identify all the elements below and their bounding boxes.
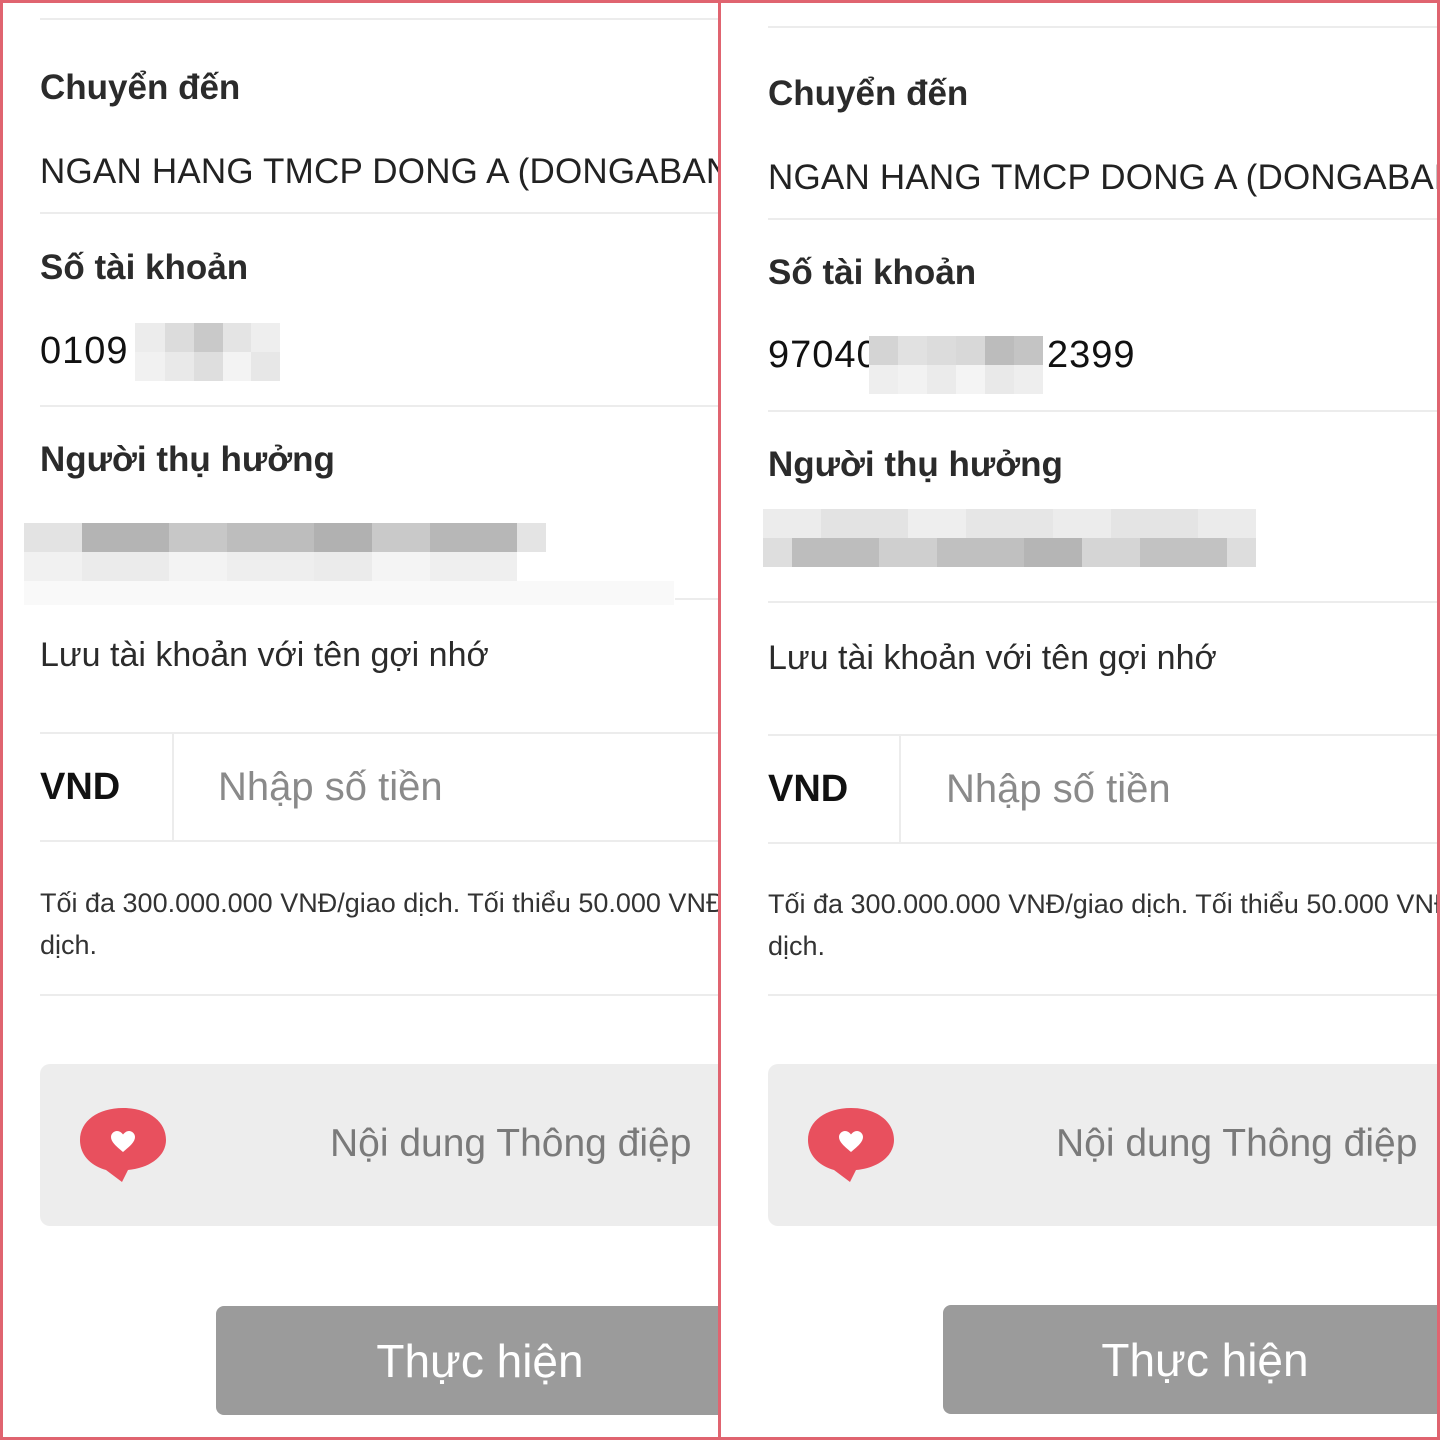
currency-separator (172, 734, 174, 840)
account-number-redacted (869, 336, 1043, 394)
divider (768, 410, 1440, 412)
beneficiary-name-redacted (763, 509, 1256, 567)
heart-chat-icon (808, 1108, 894, 1182)
message-placeholder: Nội dung Thông điệp (1056, 1122, 1418, 1165)
divider (40, 840, 718, 842)
account-number-redacted (135, 323, 280, 381)
divider (768, 734, 1440, 736)
divider (675, 598, 718, 600)
bank-name: NGAN HANG TMCP DONG A (DONGABANK) (40, 152, 718, 191)
bank-name: NGAN HANG TMCP DONG A (DONGABANK) (768, 158, 1440, 197)
currency-separator (899, 736, 901, 842)
to-label: Chuyển đến (40, 68, 241, 107)
beneficiary-label: Người thụ hưởng (768, 445, 1063, 484)
message-field[interactable]: Nội dung Thông điệp (768, 1064, 1440, 1226)
save-account-nickname[interactable]: Lưu tài khoản với tên gợi nhớ (40, 636, 489, 675)
divider (768, 842, 1440, 844)
divider (40, 212, 718, 214)
divider (40, 732, 718, 734)
divider (40, 405, 718, 407)
submit-button-label: Thực hiện (376, 1334, 584, 1387)
divider (768, 994, 1440, 996)
submit-button-label: Thực hiện (1101, 1333, 1309, 1386)
to-label: Chuyển đến (768, 74, 969, 113)
top-divider (40, 18, 718, 20)
beneficiary-name-redacted (24, 523, 674, 605)
account-label: Số tài khoản (768, 253, 977, 292)
save-account-nickname[interactable]: Lưu tài khoản với tên gợi nhớ (768, 639, 1217, 678)
account-number-prefix: 97040 (768, 334, 879, 376)
currency-label: VND (40, 766, 121, 808)
currency-label: VND (768, 768, 849, 810)
message-placeholder: Nội dung Thông điệp (330, 1122, 692, 1165)
panel-divider (718, 0, 721, 1440)
amount-input[interactable] (218, 762, 698, 812)
transaction-limit-note: Tối đa 300.000.000 VNĐ/giao dịch. Tối th… (40, 888, 718, 960)
transaction-limit-note: Tối đa 300.000.000 VNĐ/giao dịch. Tối th… (768, 889, 1440, 961)
top-divider (768, 26, 1440, 28)
divider (40, 994, 718, 996)
heart-chat-icon (80, 1108, 166, 1182)
submit-button[interactable]: Thực hiện (216, 1306, 718, 1415)
divider (768, 601, 1440, 603)
account-label: Số tài khoản (40, 248, 249, 287)
account-number-prefix: 0109 (40, 330, 129, 372)
message-field[interactable]: Nội dung Thông điệp (40, 1064, 718, 1226)
transfer-form-right: Chuyển đến NGAN HANG TMCP DONG A (DONGAB… (721, 0, 1440, 1440)
amount-input[interactable] (946, 764, 1426, 814)
transfer-form-left: Chuyển đến NGAN HANG TMCP DONG A (DONGAB… (0, 0, 718, 1440)
divider (768, 218, 1440, 220)
account-number-suffix: 2399 (1047, 334, 1136, 376)
submit-button[interactable]: Thực hiện (943, 1305, 1440, 1414)
beneficiary-label: Người thụ hưởng (40, 440, 335, 479)
